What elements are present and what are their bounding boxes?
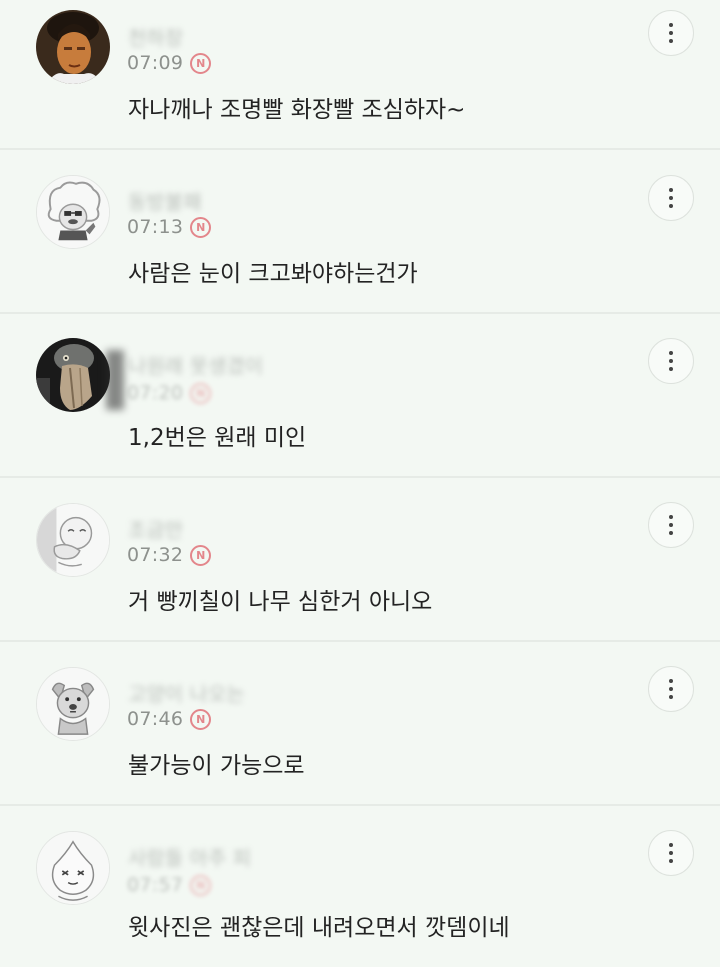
comment-nickname[interactable]: 고양이 나오는 [128,678,245,707]
comment-meta: 07:13 N [127,214,212,240]
vertical-ellipsis-icon [669,188,673,208]
peeking-character-avatar[interactable] [36,503,110,577]
more-options-button[interactable] [648,338,694,384]
comment-meta: 07:57 N [127,872,212,898]
comment-time: 07:46 [127,708,184,730]
comment-text: 자나깨나 조명빨 화장빨 조심하자~ [128,97,466,123]
comment-item: 천하장 07:09 N 자나깨나 조명빨 화장빨 조심하자~ [0,0,720,150]
dog-character-avatar[interactable] [36,667,110,741]
man-portrait-avatar[interactable] [36,10,110,84]
vertical-ellipsis-icon [669,679,673,699]
vertical-ellipsis-icon [669,351,673,371]
comment-nickname[interactable]: 사람들 아주 피 [128,842,251,871]
new-badge-icon: N [190,874,212,896]
comment-text: 윗사진은 괜찮은데 내려오면서 깟뎀이네 [128,915,510,941]
comment-time: 07:09 [127,52,184,74]
comment-time: 07:20 [127,382,184,404]
comment-time: 07:32 [127,544,184,566]
comment-text: 사람은 눈이 크고봐야하는건가 [128,261,418,287]
comment-nickname[interactable]: 천하장 [128,22,183,51]
vertical-ellipsis-icon [669,515,673,535]
new-badge-icon: N [190,216,212,238]
more-options-button[interactable] [648,666,694,712]
comment-nickname[interactable]: 동방불패 [128,186,202,215]
vertical-ellipsis-icon [669,843,673,863]
comment-meta: 07:46 N [127,706,212,732]
comment-meta: 07:32 N [127,542,212,568]
comment-item: 동방불패 07:13 N 사람은 눈이 크고봐야하는건가 [0,150,720,314]
comment-item: 조금만 07:32 N 거 빵끼칠이 나무 심한거 아니오 [0,478,720,642]
comment-text: 1,2번은 원래 미인 [128,425,307,451]
comment-nickname[interactable]: 나원래 못생겼이 [128,350,263,379]
comment-meta: 07:20 N [127,380,212,406]
new-badge-icon: N [190,382,212,404]
comment-item: 사람들 아주 피 07:57 N 윗사진은 괜찮은데 내려오면서 깟뎀이네 [0,806,720,967]
comment-text: 불가능이 가능으로 [128,753,305,779]
comment-text: 거 빵끼칠이 나무 심한거 아니오 [128,589,433,615]
more-options-button[interactable] [648,175,694,221]
blurred-overlay [106,350,124,410]
peach-character-avatar[interactable] [36,831,110,905]
more-options-button[interactable] [648,502,694,548]
more-options-button[interactable] [648,10,694,56]
comment-time: 07:13 [127,216,184,238]
comment-meta: 07:09 N [127,50,212,76]
more-options-button[interactable] [648,830,694,876]
comment-list: 천하장 07:09 N 자나깨나 조명빨 화장빨 조심하자~ 동방불패 07:1… [0,0,720,967]
comment-time: 07:57 [127,874,184,896]
comment-item: 나원래 못생겼이 07:20 N 1,2번은 원래 미인 [0,314,720,478]
shoebill-bird-avatar[interactable] [36,338,110,412]
vertical-ellipsis-icon [669,23,673,43]
new-badge-icon: N [190,52,212,74]
comment-item: 고양이 나오는 07:46 N 불가능이 가능으로 [0,642,720,806]
new-badge-icon: N [190,708,212,730]
comment-nickname[interactable]: 조금만 [128,514,183,543]
new-badge-icon: N [190,544,212,566]
afro-character-avatar[interactable] [36,175,110,249]
